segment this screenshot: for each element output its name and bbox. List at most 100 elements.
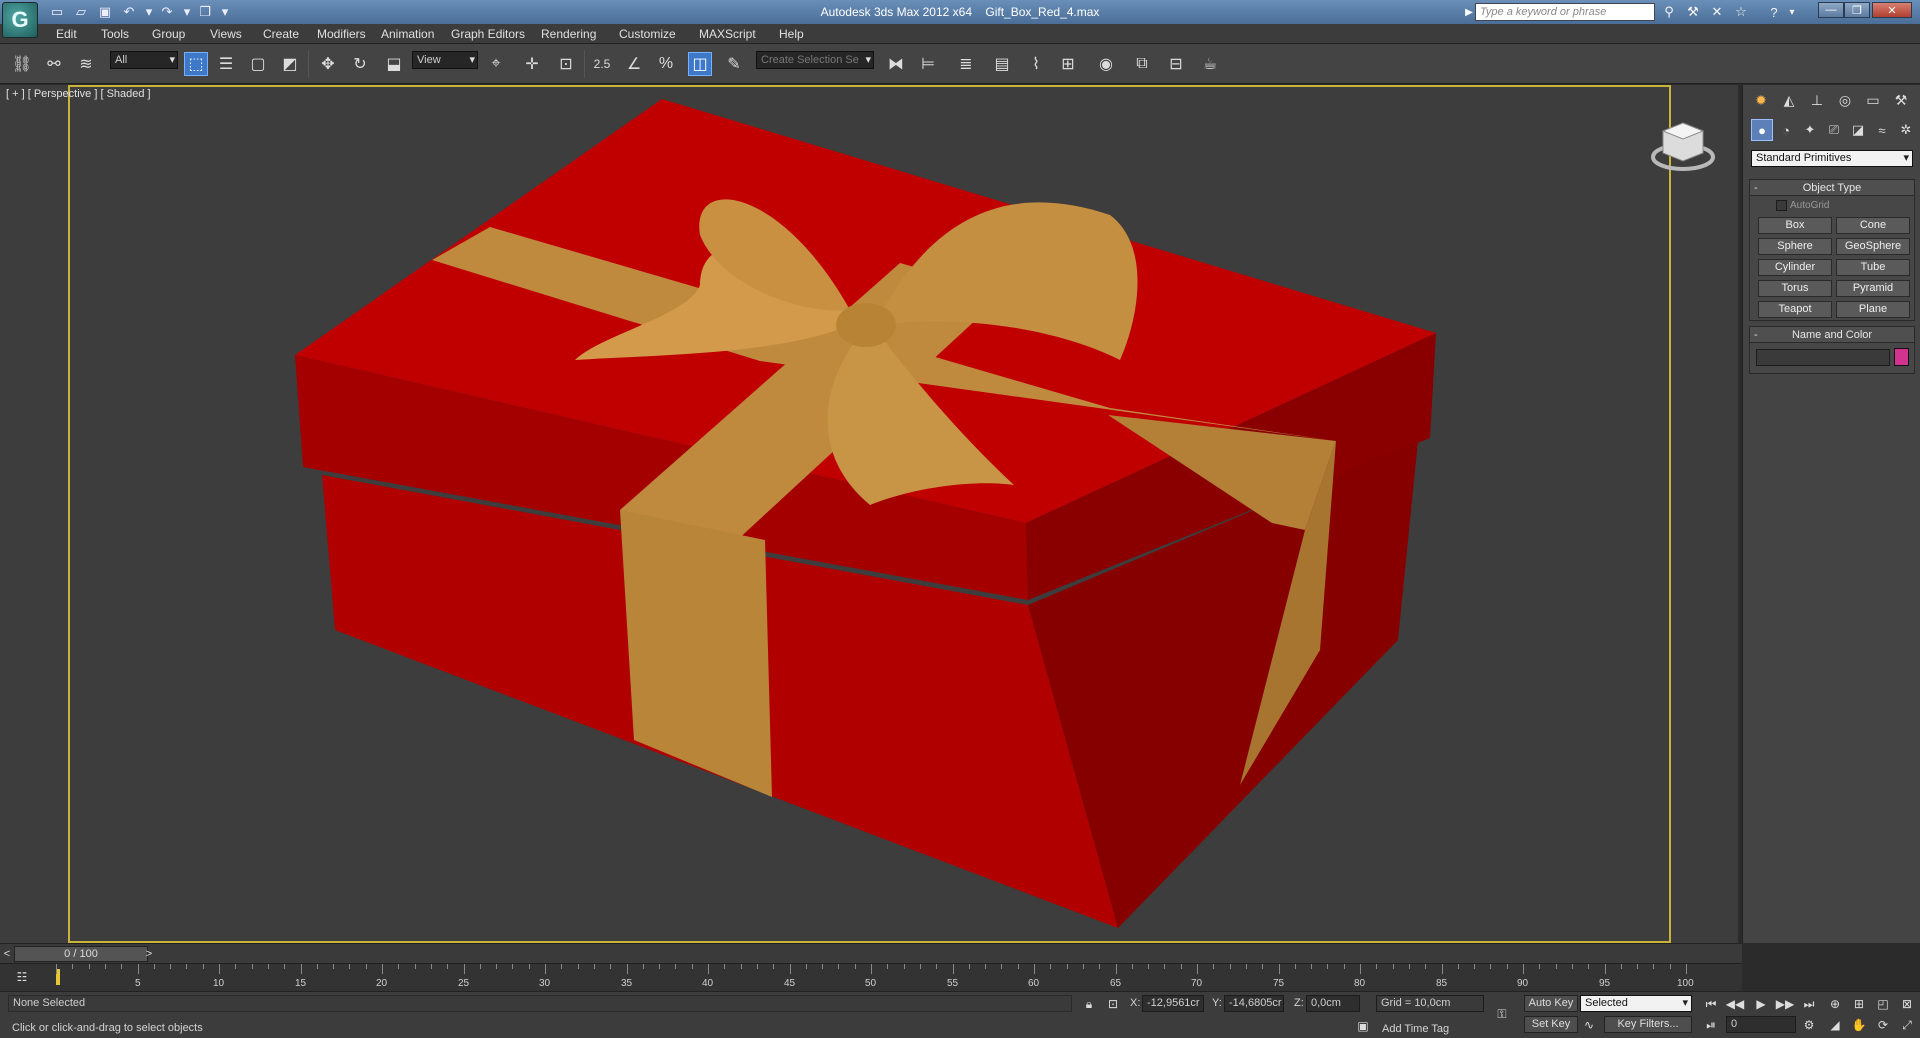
create-tab-icon[interactable]: ✹: [1749, 89, 1773, 111]
set-key-mode-key-icon[interactable]: ⚿: [1490, 1005, 1514, 1023]
menu-group[interactable]: Group: [152, 27, 185, 41]
name-and-color-rollout-header[interactable]: - Name and Color: [1750, 327, 1914, 343]
track-bar[interactable]: ☷ 5 10 15 20 25 30 35 40 45 50 55 60 65 70 75 80 85 90 95 1…: [0, 963, 1742, 991]
auto-key-button[interactable]: Auto Key: [1524, 995, 1578, 1012]
zoom-extents-all-icon[interactable]: ⊠: [1898, 995, 1916, 1013]
plane-button[interactable]: Plane: [1836, 301, 1910, 318]
curve-editor-icon[interactable]: ⌇: [1024, 52, 1048, 76]
absolute-mode-transform-icon[interactable]: ⊡: [1104, 995, 1122, 1013]
select-and-link-icon[interactable]: ⛓: [10, 52, 34, 76]
undo-icon[interactable]: ↶: [120, 3, 138, 21]
key-mode-dropdown[interactable]: Selected: [1580, 995, 1692, 1012]
object-name-field[interactable]: [1756, 349, 1890, 366]
utilities-tab-icon[interactable]: ⚒: [1889, 89, 1913, 111]
render-production-icon[interactable]: ☕: [1198, 52, 1222, 76]
search-input[interactable]: Type a keyword or phrase: [1475, 3, 1655, 21]
close-button[interactable]: ✕: [1872, 2, 1912, 18]
key-filters-button[interactable]: Key Filters...: [1604, 1016, 1692, 1033]
select-object-icon[interactable]: ⬚: [184, 52, 208, 76]
schematic-view-icon[interactable]: ⊞: [1056, 52, 1080, 76]
graphite-tools-icon[interactable]: ▤: [990, 52, 1014, 76]
edit-named-selection-icon[interactable]: ✎: [722, 52, 746, 76]
application-menu-logo[interactable]: G: [2, 2, 38, 38]
previous-frame-arrow-icon[interactable]: <: [0, 946, 14, 962]
search-expand-icon[interactable]: ▶: [1463, 3, 1475, 21]
go-to-end-icon[interactable]: ⏭: [1800, 995, 1818, 1013]
helpers-category-icon[interactable]: ◪: [1847, 119, 1869, 141]
systems-category-icon[interactable]: ✲: [1895, 119, 1917, 141]
cylinder-button[interactable]: Cylinder: [1758, 259, 1832, 276]
rectangular-selection-icon[interactable]: ▢: [246, 52, 270, 76]
play-icon[interactable]: ▶: [1752, 995, 1770, 1013]
angle-snap-icon[interactable]: ∠: [622, 52, 646, 76]
next-frame-icon[interactable]: ▶▶: [1776, 995, 1794, 1013]
zoom-all-icon[interactable]: ⊞: [1850, 995, 1868, 1013]
select-manipulate-icon[interactable]: ✛: [520, 52, 544, 76]
display-tab-icon[interactable]: ▭: [1861, 89, 1885, 111]
add-time-tag-label[interactable]: Add Time Tag: [1382, 1023, 1449, 1035]
maximize-button[interactable]: ❐: [1844, 2, 1870, 18]
communication-center-icon[interactable]: ✕: [1707, 3, 1727, 21]
project-folder-icon[interactable]: ❐: [196, 3, 214, 21]
rendered-frame-window-icon[interactable]: ⊟: [1164, 52, 1188, 76]
selection-lock-icon[interactable]: 🔒︎: [1080, 995, 1098, 1013]
open-file-icon[interactable]: ▱: [72, 3, 90, 21]
box-button[interactable]: Box: [1758, 217, 1832, 234]
save-icon[interactable]: ▣: [96, 3, 114, 21]
binoculars-icon[interactable]: ⚲: [1659, 3, 1679, 21]
keyboard-shortcut-override-icon[interactable]: ⊡: [554, 52, 578, 76]
redo-icon[interactable]: ↷: [158, 3, 176, 21]
undo-dropdown-icon[interactable]: ▾: [140, 3, 158, 21]
default-in-out-tangents-icon[interactable]: ∿: [1580, 1016, 1598, 1034]
align-icon[interactable]: ⊨: [916, 52, 940, 76]
spinner-snap-icon[interactable]: ◫: [688, 52, 712, 76]
lights-category-icon[interactable]: ✦: [1799, 119, 1821, 141]
go-to-start-icon[interactable]: ⏮: [1702, 995, 1720, 1013]
zoom-extents-icon[interactable]: ◰: [1874, 995, 1892, 1013]
motion-tab-icon[interactable]: ◎: [1833, 89, 1857, 111]
z-coordinate-field[interactable]: 0,0cm: [1306, 995, 1360, 1012]
redo-dropdown-icon[interactable]: ▾: [178, 3, 196, 21]
material-editor-icon[interactable]: ◉: [1094, 52, 1118, 76]
zoom-icon[interactable]: ⊕: [1826, 995, 1844, 1013]
pan-view-icon[interactable]: ✋: [1850, 1016, 1868, 1034]
shapes-category-icon[interactable]: ◔: [1775, 119, 1797, 141]
help-dropdown-icon[interactable]: ▾: [1782, 3, 1802, 21]
bind-to-space-warp-icon[interactable]: ≋: [74, 52, 98, 76]
geosphere-button[interactable]: GeoSphere: [1836, 238, 1910, 255]
menu-animation[interactable]: Animation: [381, 27, 434, 41]
pyramid-button[interactable]: Pyramid: [1836, 280, 1910, 297]
snaps-toggle-icon[interactable]: 2.5: [590, 52, 614, 76]
pivot-center-icon[interactable]: ⌖: [484, 52, 508, 76]
menu-rendering[interactable]: Rendering: [541, 27, 596, 41]
set-key-button[interactable]: Set Key: [1524, 1016, 1578, 1033]
torus-button[interactable]: Torus: [1758, 280, 1832, 297]
teapot-button[interactable]: Teapot: [1758, 301, 1832, 318]
selection-filter-dropdown[interactable]: All: [110, 51, 178, 69]
menu-edit[interactable]: Edit: [56, 27, 77, 41]
subscription-icon[interactable]: ⚒: [1683, 3, 1703, 21]
help-icon[interactable]: ?: [1764, 3, 1784, 21]
space-warps-category-icon[interactable]: ≈: [1871, 119, 1893, 141]
menu-graph-editors[interactable]: Graph Editors: [451, 27, 525, 41]
window-crossing-icon[interactable]: ◩: [278, 52, 302, 76]
select-by-name-icon[interactable]: ☰: [214, 52, 238, 76]
time-tag-icon[interactable]: ▣: [1354, 1017, 1372, 1035]
menu-tools[interactable]: Tools: [101, 27, 129, 41]
geometry-category-icon[interactable]: ●: [1751, 119, 1773, 141]
favorites-star-icon[interactable]: ☆: [1731, 3, 1751, 21]
menu-modifiers[interactable]: Modifiers: [317, 27, 366, 41]
mirror-icon[interactable]: ⧓: [884, 52, 908, 76]
viewcube-icon[interactable]: [1648, 115, 1718, 175]
menu-customize[interactable]: Customize: [619, 27, 676, 41]
select-and-scale-icon[interactable]: ⬓: [382, 52, 406, 76]
time-configuration-icon[interactable]: ⚙: [1800, 1016, 1818, 1034]
modify-tab-icon[interactable]: ◭: [1777, 89, 1801, 111]
current-frame-field[interactable]: 0: [1726, 1016, 1796, 1033]
menu-create[interactable]: Create: [263, 27, 299, 41]
cameras-category-icon[interactable]: ⎚: [1823, 119, 1845, 141]
viewport-label[interactable]: [ + ] [ Perspective ] [ Shaded ]: [6, 88, 151, 100]
menu-views[interactable]: Views: [210, 27, 242, 41]
perspective-viewport[interactable]: [ + ] [ Perspective ] [ Shaded ]: [0, 85, 1738, 943]
unlink-selection-icon[interactable]: ⚯: [42, 52, 66, 76]
